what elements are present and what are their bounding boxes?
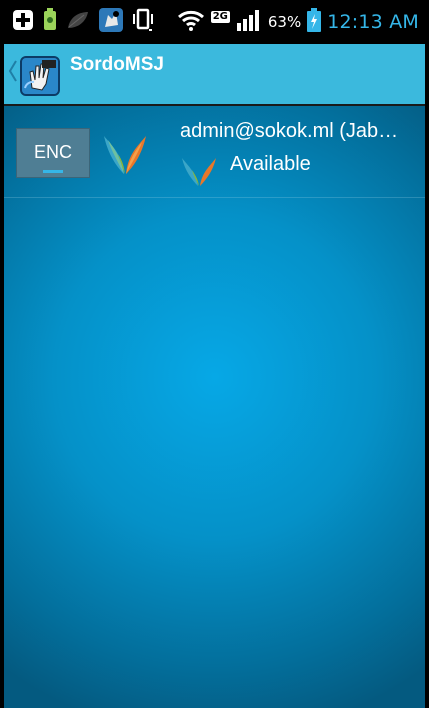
- screen: 2G 63% 12:13 AM SordoMSJ ENC admin@sokok…: [0, 0, 429, 708]
- enc-toggle-button[interactable]: ENC: [16, 128, 90, 178]
- leaf-icon: [66, 10, 90, 34]
- status-bar: 2G 63% 12:13 AM: [0, 0, 429, 44]
- usb-debug-icon: [42, 8, 58, 36]
- status-bar-right: 2G 63% 12:13 AM: [177, 8, 419, 36]
- medical-cross-icon: [12, 9, 34, 35]
- app-notification-icon: [98, 7, 124, 37]
- status-bar-left: [12, 8, 154, 36]
- xmpp-icon: [102, 132, 148, 176]
- signal-bars-icon: [236, 9, 262, 35]
- enc-button-label: ENC: [33, 142, 72, 162]
- app-logo-icon[interactable]: [20, 56, 60, 96]
- battery-charging-icon: [307, 8, 322, 36]
- chevron-left-icon[interactable]: [8, 58, 18, 84]
- contact-name: admin@sokok.ml (Jab…: [180, 120, 399, 142]
- vibrate-icon: [132, 8, 154, 36]
- network-2g-label: 2G: [212, 11, 228, 22]
- action-bar[interactable]: SordoMSJ: [4, 44, 425, 106]
- battery-percent: 63%: [267, 13, 302, 31]
- list-item[interactable]: ENC admin@sokok.ml (Jab… Available: [4, 106, 425, 198]
- app-title: SordoMSJ: [70, 54, 164, 75]
- presence-status: Available: [230, 153, 311, 175]
- clock: 12:13 AM: [327, 11, 419, 33]
- xmpp-presence-icon: [180, 154, 218, 188]
- enc-indicator: [43, 170, 63, 173]
- wifi-icon: [177, 9, 205, 35]
- contact-list: ENC admin@sokok.ml (Jab… Available: [4, 106, 425, 708]
- network-2g-icon: 2G: [210, 11, 230, 23]
